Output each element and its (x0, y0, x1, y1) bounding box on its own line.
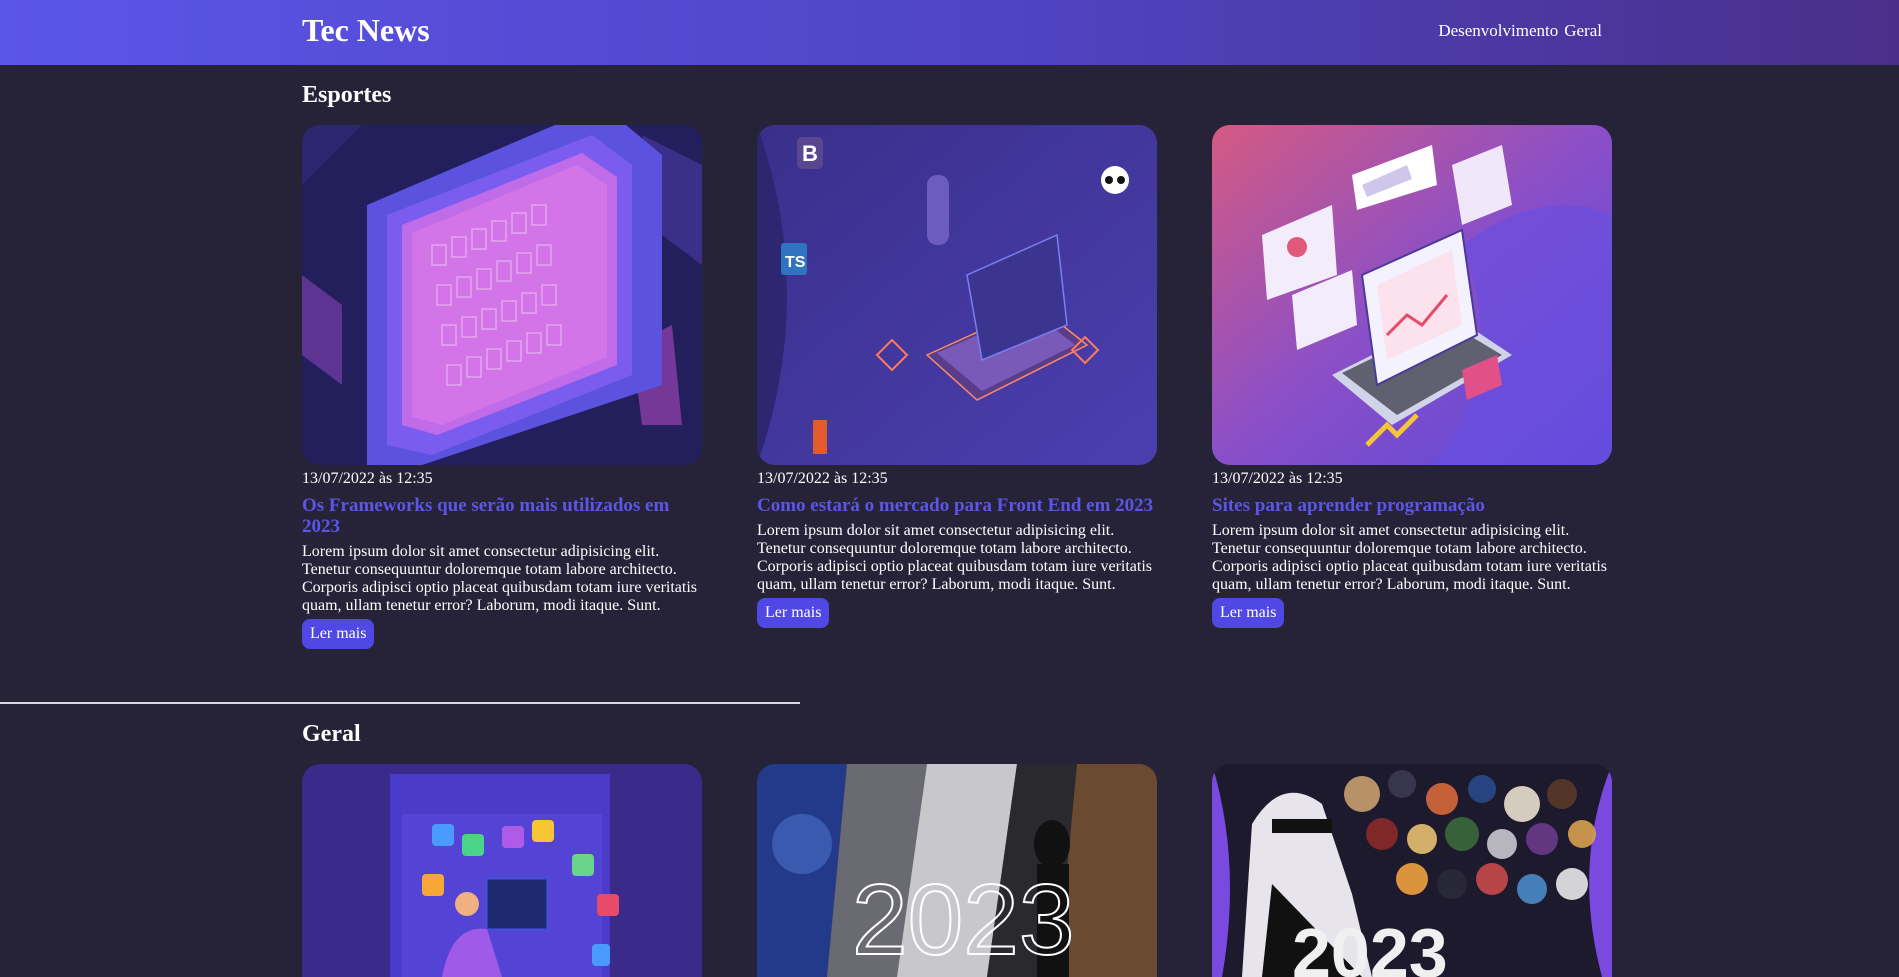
news-card-date: 13/07/2022 às 12:35 (302, 470, 433, 487)
news-card-image[interactable]: 2023 (1212, 764, 1612, 977)
news-card: B TS 13/07/2022 às 12:35 Como estará o m… (757, 125, 1157, 628)
read-more-button[interactable]: Ler mais (302, 619, 375, 649)
news-card-image[interactable] (302, 764, 702, 977)
main-nav: Desenvolvimento Geral (1438, 21, 1602, 41)
news-card-title[interactable]: Sites para aprender programação (1212, 495, 1612, 516)
news-card-date: 13/07/2022 às 12:35 (757, 470, 888, 487)
news-card: 2023 (1212, 764, 1612, 977)
news-card (302, 764, 702, 977)
nav-link-desenvolvimento[interactable]: Desenvolvimento (1438, 21, 1558, 41)
news-card: 13/07/2022 às 12:35 Os Frameworks que se… (302, 125, 702, 649)
image-text-2023: 2023 (852, 864, 1074, 976)
news-card-image[interactable] (302, 125, 702, 465)
news-card-image[interactable]: B TS (757, 125, 1157, 465)
read-more-button[interactable]: Ler mais (757, 598, 830, 628)
news-card: 2023 (757, 764, 1157, 977)
news-card-title[interactable]: Como estará o mercado para Front End em … (757, 495, 1157, 516)
svg-text:TS: TS (785, 254, 806, 271)
section-title-geral: Geral (302, 721, 361, 747)
news-card-excerpt: Lorem ipsum dolor sit amet consectetur a… (1212, 522, 1608, 593)
news-card-excerpt: Lorem ipsum dolor sit amet consectetur a… (302, 543, 698, 614)
news-card-date: 13/07/2022 às 12:35 (1212, 470, 1343, 487)
news-card-image[interactable] (1212, 125, 1612, 465)
news-card-excerpt: Lorem ipsum dolor sit amet consectetur a… (757, 522, 1153, 593)
section-title-esportes: Esportes (302, 82, 392, 108)
news-card-image[interactable]: 2023 (757, 764, 1157, 977)
svg-text:B: B (802, 141, 818, 166)
section-divider (0, 702, 800, 704)
read-more-button[interactable]: Ler mais (1212, 598, 1285, 628)
nav-link-geral[interactable]: Geral (1564, 21, 1602, 41)
site-header: Tec News Desenvolvimento Geral (0, 0, 1899, 65)
site-logo[interactable]: Tec News (302, 12, 430, 49)
news-card-title[interactable]: Os Frameworks que serão mais utilizados … (302, 495, 702, 537)
svg-text:2023: 2023 (1292, 914, 1448, 977)
news-card: 13/07/2022 às 12:35 Sites para aprender … (1212, 125, 1612, 628)
